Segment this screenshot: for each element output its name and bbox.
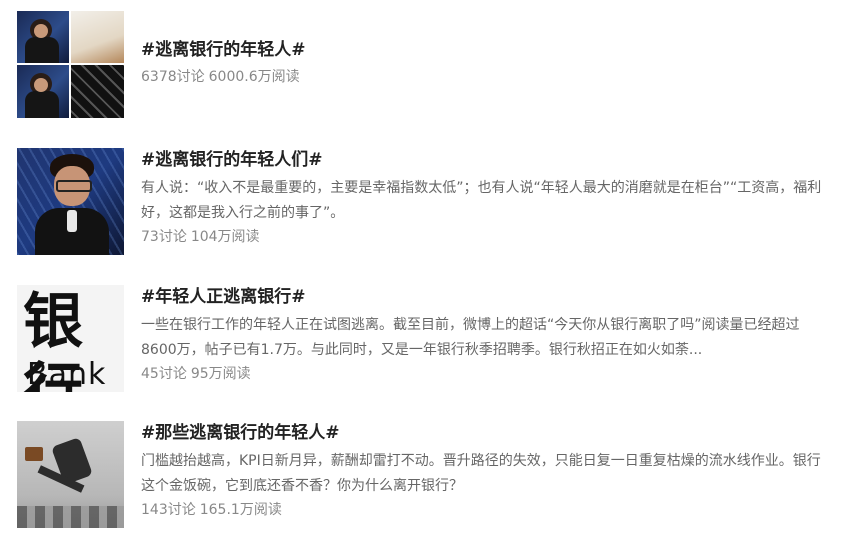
topic-item[interactable]: #逃离银行的年轻人# 6378讨论 6000.6万阅读 xyxy=(17,11,837,121)
thumbnail-pattern-image xyxy=(71,65,124,118)
topic-content: #逃离银行的年轻人们# 有人说：“收入不是最重要的，主要是幸福指数太低”；也有人… xyxy=(141,148,831,247)
topic-item[interactable]: 银行 Bank #年轻人正逃离银行# 一些在银行工作的年轻人正在试图逃离。截至目… xyxy=(17,285,837,395)
topic-list: #逃离银行的年轻人# 6378讨论 6000.6万阅读 #逃离银行的年轻人们# 有… xyxy=(0,0,854,533)
read-count: 165.1万阅读 xyxy=(199,502,282,518)
topic-item[interactable]: #逃离银行的年轻人们# 有人说：“收入不是最重要的，主要是幸福指数太低”；也有人… xyxy=(17,148,837,258)
discussion-count: 6378讨论 xyxy=(141,69,205,85)
topic-content: #逃离银行的年轻人# 6378讨论 6000.6万阅读 xyxy=(141,11,831,87)
topic-thumbnail-runner[interactable] xyxy=(17,421,124,528)
topic-content: #那些逃离银行的年轻人# 门槛越抬越高，KPI日新月异，薪酬却雷打不动。晋升路径… xyxy=(141,421,831,520)
discussion-count: 143讨论 xyxy=(141,502,196,518)
topic-title[interactable]: #逃离银行的年轻人们# xyxy=(141,149,831,171)
read-count: 95万阅读 xyxy=(190,366,251,382)
topic-thumbnail-bank-sign[interactable]: 银行 Bank xyxy=(17,285,124,392)
topic-title[interactable]: #那些逃离银行的年轻人# xyxy=(141,422,831,444)
topic-item[interactable]: #那些逃离银行的年轻人# 门槛越抬越高，KPI日新月异，薪酬却雷打不动。晋升路径… xyxy=(17,421,837,531)
topic-stats: 143讨论 165.1万阅读 xyxy=(141,500,831,520)
topic-thumbnail-speaker[interactable] xyxy=(17,148,124,255)
topic-thumbnail-collage[interactable] xyxy=(17,11,124,118)
topic-stats: 45讨论 95万阅读 xyxy=(141,364,831,384)
discussion-count: 45讨论 xyxy=(141,366,187,382)
discussion-count: 73讨论 xyxy=(141,229,187,245)
topic-stats: 73讨论 104万阅读 xyxy=(141,227,831,247)
topic-description: 门槛越抬越高，KPI日新月异，薪酬却雷打不动。晋升路径的失效，只能日复一日重复枯… xyxy=(141,453,821,494)
topic-description: 有人说：“收入不是最重要的，主要是幸福指数太低”；也有人说“年轻人最大的消磨就是… xyxy=(141,180,822,221)
thumbnail-room-image xyxy=(71,11,124,63)
topic-content: #年轻人正逃离银行# 一些在银行工作的年轻人正在试图逃离。截至目前，微博上的超话… xyxy=(141,285,831,384)
thumbnail-speaker-image xyxy=(17,65,69,118)
topic-stats: 6378讨论 6000.6万阅读 xyxy=(141,67,831,87)
read-count: 104万阅读 xyxy=(190,229,260,245)
topic-title[interactable]: #年轻人正逃离银行# xyxy=(141,286,831,308)
topic-description: 一些在银行工作的年轻人正在试图逃离。截至目前，微博上的超话“今天你从银行离职了吗… xyxy=(141,317,800,358)
thumbnail-speaker-image xyxy=(17,11,69,63)
read-count: 6000.6万阅读 xyxy=(208,69,300,85)
topic-title[interactable]: #逃离银行的年轻人# xyxy=(141,39,831,61)
